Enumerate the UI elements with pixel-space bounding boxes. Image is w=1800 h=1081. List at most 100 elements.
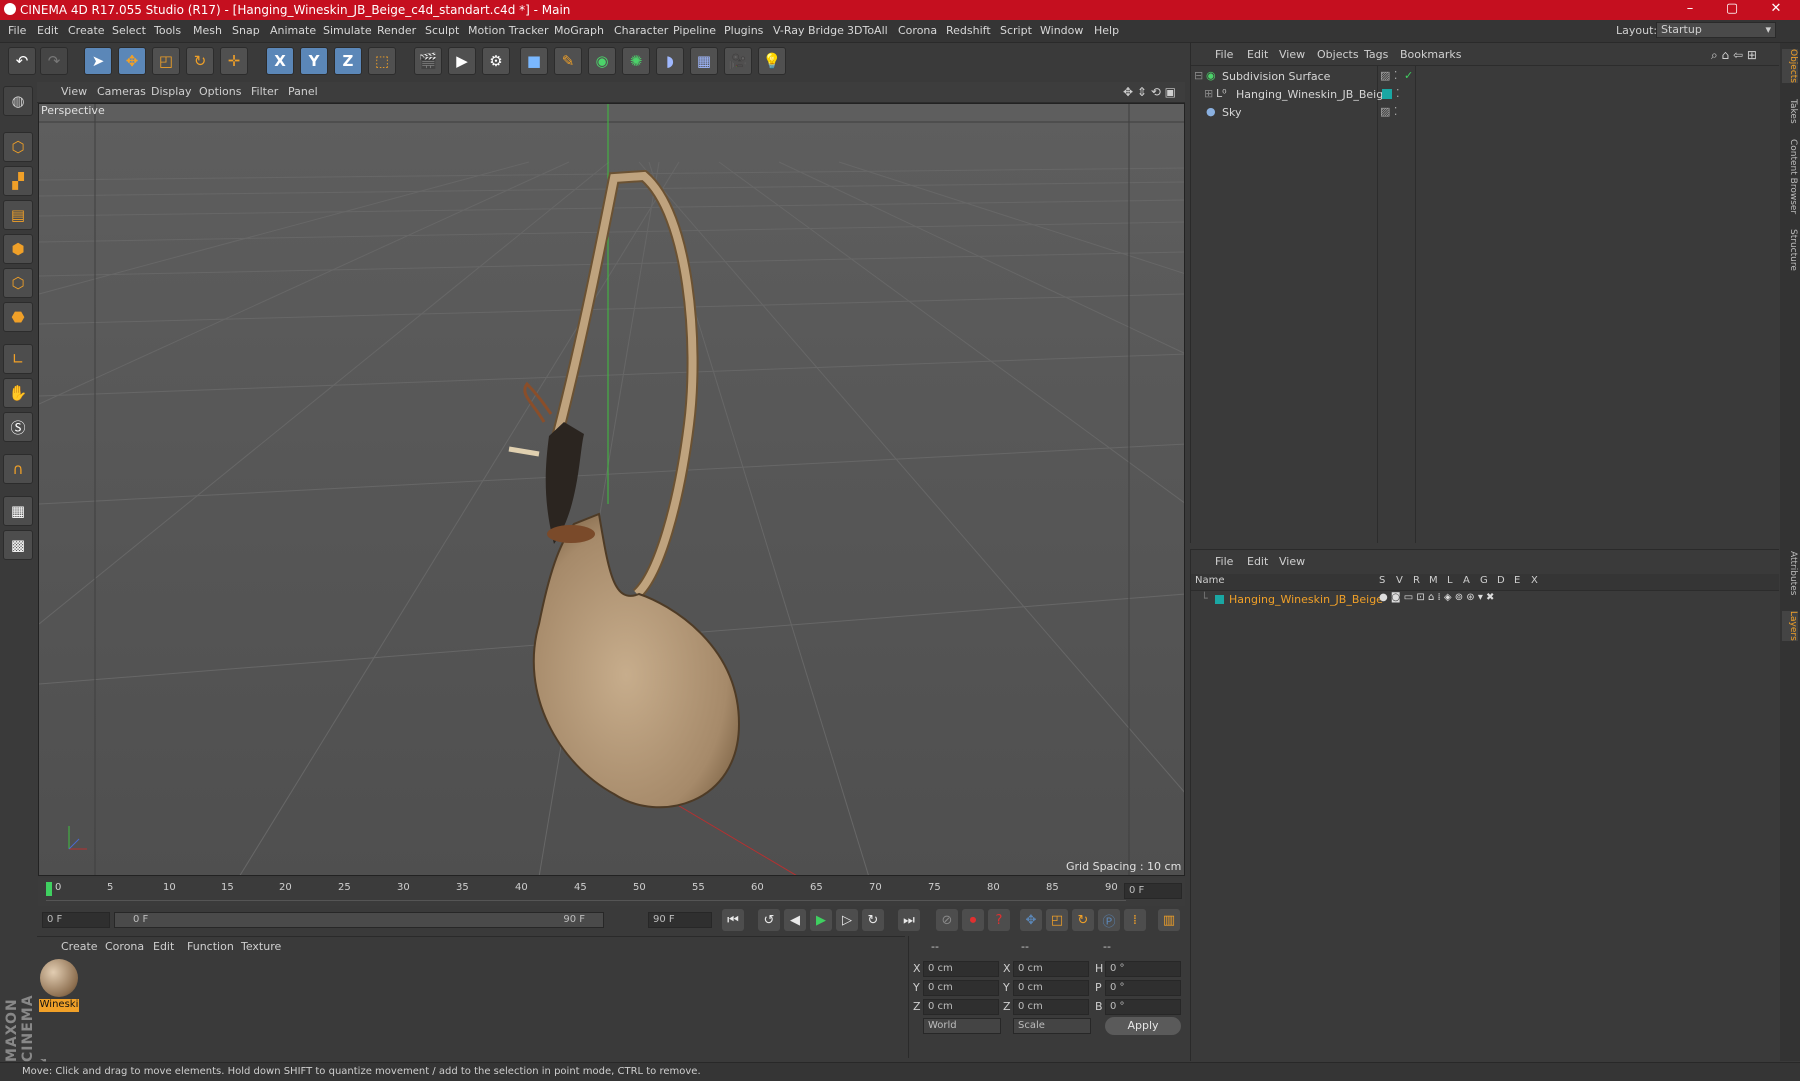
- timeline-window-icon[interactable]: ▥: [1158, 909, 1180, 931]
- next-frame-icon[interactable]: ▷: [836, 909, 858, 931]
- next-key-icon[interactable]: ↻: [862, 909, 884, 931]
- vp-menu-display[interactable]: Display: [151, 85, 192, 98]
- vp-menu-panel[interactable]: Panel: [288, 85, 318, 98]
- layer-flag-icons[interactable]: ● ◙ ▭ ⊡ ⌂ ⁞ ◈ ⊚ ⊛ ▾ ✖: [1379, 592, 1494, 603]
- key-move-icon[interactable]: ✥: [1020, 909, 1042, 931]
- current-frame-field[interactable]: 0 F: [1124, 883, 1182, 899]
- menu-file[interactable]: File: [8, 24, 26, 37]
- obj-menu-bookmarks[interactable]: Bookmarks: [1400, 48, 1461, 61]
- polygons-mode-icon[interactable]: ⬣: [3, 302, 33, 332]
- layer-menu-file[interactable]: File: [1215, 555, 1233, 568]
- menu-window[interactable]: Window: [1040, 24, 1083, 37]
- enabled-check-icon[interactable]: ✓: [1404, 69, 1413, 82]
- coord-pos-z-field[interactable]: 0 cm: [923, 999, 999, 1015]
- tab-content-browser[interactable]: Content Browser: [1782, 139, 1798, 214]
- menu-script[interactable]: Script: [1000, 24, 1032, 37]
- menu-simulate[interactable]: Simulate: [323, 24, 372, 37]
- texture-mode-icon[interactable]: ▞: [3, 166, 33, 196]
- rotate-icon[interactable]: ↻: [186, 47, 214, 75]
- redo-icon[interactable]: ↷: [40, 47, 68, 75]
- z-axis-icon[interactable]: Z: [334, 47, 362, 75]
- menu-render[interactable]: Render: [377, 24, 416, 37]
- menu-select[interactable]: Select: [112, 24, 146, 37]
- tab-takes[interactable]: Takes: [1782, 99, 1798, 124]
- menu-mograph[interactable]: MoGraph: [554, 24, 604, 37]
- obj-menu-view[interactable]: View: [1279, 48, 1305, 61]
- workplane-icon[interactable]: ▤: [3, 200, 33, 230]
- layer-menu-view[interactable]: View: [1279, 555, 1305, 568]
- timeline-ruler[interactable]: 0 5 10 15 20 25 30 35 40 45 50 55 60 65 …: [38, 878, 1185, 906]
- menu-create[interactable]: Create: [68, 24, 105, 37]
- go-to-start-icon[interactable]: ⏮: [722, 909, 744, 931]
- minimize-icon[interactable]: –: [1670, 0, 1710, 20]
- close-icon[interactable]: ✕: [1756, 0, 1796, 20]
- layer-name[interactable]: Hanging_Wineskin_JB_Beige: [1229, 593, 1383, 606]
- render-view-icon[interactable]: 🎬: [414, 47, 442, 75]
- autokey-icon[interactable]: ?: [988, 909, 1010, 931]
- snap-icon[interactable]: Ⓢ: [3, 412, 33, 442]
- move-icon[interactable]: ✥: [118, 47, 146, 75]
- viewport-nav-icons[interactable]: ✥ ⇕ ⟲ ▣: [1123, 85, 1176, 99]
- menu-snap[interactable]: Snap: [232, 24, 260, 37]
- menu-mesh[interactable]: Mesh: [193, 24, 222, 37]
- key-param-icon[interactable]: Ⓟ: [1098, 909, 1120, 931]
- tab-layers[interactable]: Layers: [1782, 611, 1798, 641]
- menu-motion-tracker[interactable]: Motion Tracker: [468, 24, 548, 37]
- y-axis-icon[interactable]: Y: [300, 47, 328, 75]
- coord-rot-h-field[interactable]: 0 °: [1105, 961, 1181, 977]
- mat-menu-create[interactable]: Create: [61, 940, 98, 953]
- vp-menu-filter[interactable]: Filter: [251, 85, 278, 98]
- edges-mode-icon[interactable]: ⬡: [3, 268, 33, 298]
- tab-structure[interactable]: Structure: [1782, 229, 1798, 271]
- mat-menu-corona[interactable]: Corona: [105, 940, 144, 953]
- tab-objects[interactable]: Objects: [1782, 49, 1798, 84]
- previous-frame-icon[interactable]: ◀: [784, 909, 806, 931]
- expand-icon[interactable]: ⊟: [1194, 69, 1203, 82]
- object-row[interactable]: ⊞ L⁰ Hanging_Wineskin_JB_Beige ⁚: [1192, 86, 1552, 104]
- apply-button[interactable]: Apply: [1105, 1017, 1181, 1035]
- tab-attributes[interactable]: Attributes: [1782, 551, 1798, 595]
- undo-icon[interactable]: ↶: [8, 47, 36, 75]
- vp-menu-cameras[interactable]: Cameras: [97, 85, 146, 98]
- vp-menu-view[interactable]: View: [61, 85, 87, 98]
- menu-plugins[interactable]: Plugins: [724, 24, 763, 37]
- obj-menu-tags[interactable]: Tags: [1364, 48, 1388, 61]
- layer-menu-edit[interactable]: Edit: [1247, 555, 1268, 568]
- pen-spline-icon[interactable]: ✎: [554, 47, 582, 75]
- menu-tools[interactable]: Tools: [154, 24, 181, 37]
- nurbs-icon[interactable]: ◉: [588, 47, 616, 75]
- vp-menu-options[interactable]: Options: [199, 85, 241, 98]
- visibility-dots-icon[interactable]: ▨ ⁚: [1380, 69, 1397, 82]
- maximize-icon[interactable]: ▢: [1712, 0, 1752, 20]
- mode-make-editable-icon[interactable]: ◍: [3, 86, 33, 116]
- coord-size-z-field[interactable]: 0 cm: [1013, 999, 1089, 1015]
- camera-icon[interactable]: 🎥: [724, 47, 752, 75]
- deformer-icon[interactable]: ◗: [656, 47, 684, 75]
- axis-mode-icon[interactable]: ∟: [3, 344, 33, 374]
- visibility-dots-icon[interactable]: ⁚: [1396, 87, 1400, 100]
- material-swatch[interactable]: Wineski: [39, 959, 79, 1015]
- coord-pos-y-field[interactable]: 0 cm: [923, 980, 999, 996]
- world-coord-icon[interactable]: ⬚: [368, 47, 396, 75]
- layer-color-swatch[interactable]: [1215, 595, 1224, 604]
- play-icon[interactable]: ▶: [810, 909, 832, 931]
- layer-color-swatch[interactable]: [1382, 89, 1392, 99]
- previous-key-icon[interactable]: ↺: [758, 909, 780, 931]
- cube-icon[interactable]: ■: [520, 47, 548, 75]
- scale-icon[interactable]: ◰: [152, 47, 180, 75]
- obj-toolbar-icons[interactable]: ⌕ ⌂ ⇦ ⊞: [1711, 48, 1757, 63]
- mat-menu-edit[interactable]: Edit: [153, 940, 174, 953]
- playhead[interactable]: [46, 882, 52, 896]
- coord-size-y-field[interactable]: 0 cm: [1013, 980, 1089, 996]
- mat-menu-texture[interactable]: Texture: [241, 940, 281, 953]
- layer-row[interactable]: └ Hanging_Wineskin_JB_Beige ● ◙ ▭ ⊡ ⌂ ⁞ …: [1191, 592, 1779, 608]
- key-scale-icon[interactable]: ◰: [1046, 909, 1068, 931]
- obj-menu-objects[interactable]: Objects: [1317, 48, 1359, 61]
- lock-workplane-icon[interactable]: ▦: [3, 496, 33, 526]
- light-icon[interactable]: 💡: [758, 47, 786, 75]
- planar-workplane-icon[interactable]: ▩: [3, 530, 33, 560]
- go-to-end-icon[interactable]: ⏭: [898, 909, 920, 931]
- menu-sculpt[interactable]: Sculpt: [425, 24, 459, 37]
- select-arrow-icon[interactable]: ➤: [84, 47, 112, 75]
- tweak-icon[interactable]: ✋: [3, 378, 33, 408]
